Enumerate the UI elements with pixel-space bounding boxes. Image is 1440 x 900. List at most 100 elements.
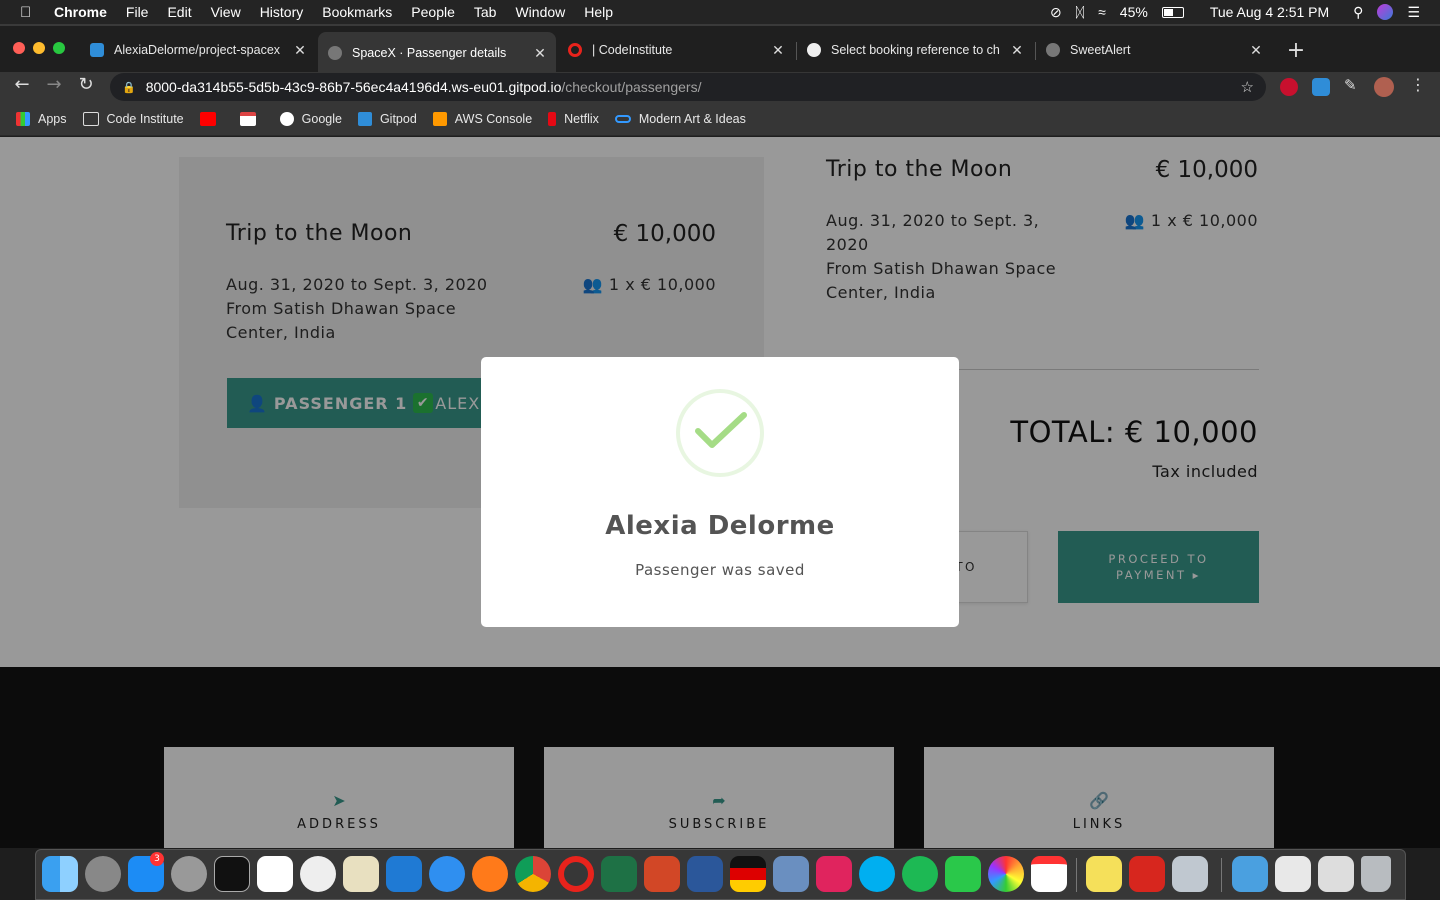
calendar-icon[interactable] [1031, 856, 1067, 892]
web-page: Trip to the Moon € 10,000 Aug. 31, 2020 … [0, 137, 1440, 848]
tab-passenger-details[interactable]: SpaceX · Passenger details ✕ [318, 32, 556, 74]
bookmark-netflix[interactable]: Netflix [548, 111, 599, 126]
close-tab-icon[interactable]: ✕ [1246, 42, 1266, 59]
bookmark-modern-art[interactable]: Modern Art & Ideas [614, 112, 746, 126]
document-stack-icon[interactable] [1275, 856, 1311, 892]
bookmark-gmail[interactable] [239, 111, 264, 126]
menu-tab[interactable]: Tab [474, 4, 497, 20]
tab-sweetalert[interactable]: SweetAlert ✕ [1036, 32, 1272, 68]
menu-bookmarks[interactable]: Bookmarks [322, 4, 392, 20]
menu-help[interactable]: Help [584, 4, 613, 20]
menu-history[interactable]: History [260, 4, 304, 20]
bookmark-apps[interactable]: Apps [16, 111, 67, 126]
close-tab-icon[interactable]: ✕ [768, 42, 788, 59]
menu-window[interactable]: Window [515, 4, 565, 20]
lock-icon[interactable]: 🔒 [122, 81, 136, 94]
terminal-icon[interactable] [214, 856, 250, 892]
youtube-icon [199, 111, 216, 126]
acrobat-icon[interactable] [1129, 856, 1165, 892]
apps-grid-icon [16, 111, 30, 126]
menu-clock[interactable]: Tue Aug 4 2:51 PM [1210, 4, 1329, 20]
close-window-button[interactable] [13, 42, 25, 54]
tab-title: | CodeInstitute [592, 43, 673, 57]
downloads-folder-icon[interactable] [1232, 856, 1268, 892]
bookmark-aws-console[interactable]: AWS Console [432, 111, 532, 126]
gitpod-favicon-icon [90, 43, 104, 57]
facetime-icon[interactable] [945, 856, 981, 892]
bluetooth-icon[interactable]: ᛞ [1076, 4, 1084, 20]
forward-arrow-icon[interactable]: → [43, 74, 65, 95]
close-tab-icon[interactable]: ✕ [1007, 42, 1027, 59]
menu-view[interactable]: View [211, 4, 241, 20]
address-bar[interactable]: 🔒 8000-da314b55-5d5b-43c9-86b7-56ec4a419… [110, 73, 1266, 101]
menu-people[interactable]: People [411, 4, 455, 20]
bookmark-google[interactable]: Google [279, 111, 342, 126]
siri-icon[interactable] [1377, 4, 1394, 20]
notification-center-icon[interactable]: ☰ [1407, 4, 1420, 21]
trash-icon[interactable] [1361, 856, 1391, 892]
chrome-icon[interactable] [515, 856, 551, 892]
globe-favicon-icon [807, 43, 821, 57]
tab-github[interactable]: AlexiaDelorme/project-spacex ✕ [80, 32, 316, 68]
extension-lastpass-icon[interactable] [1280, 78, 1298, 96]
safari-icon[interactable] [429, 856, 465, 892]
powerpoint-icon[interactable] [644, 856, 680, 892]
preview-icon[interactable] [773, 856, 809, 892]
maximize-window-button[interactable] [53, 42, 65, 54]
image-viewer-icon[interactable] [1172, 856, 1208, 892]
vscode-icon[interactable] [386, 856, 422, 892]
aws-icon [432, 111, 447, 126]
wifi-icon[interactable]: ≈ [1098, 4, 1106, 20]
close-tab-icon[interactable]: ✕ [290, 42, 310, 59]
spotlight-search-icon[interactable]: ⚲ [1353, 4, 1363, 21]
do-not-disturb-icon[interactable]: ⊘ [1050, 4, 1062, 21]
back-arrow-icon[interactable]: ← [11, 74, 33, 95]
spotify-icon[interactable] [902, 856, 938, 892]
macos-menu-bar:  Chrome File Edit View History Bookmark… [0, 0, 1440, 24]
profile-avatar[interactable] [1374, 77, 1394, 97]
photos-icon[interactable] [988, 856, 1024, 892]
bookmark-youtube[interactable] [199, 111, 224, 126]
chrome-menu-icon[interactable]: ⋮ [1410, 75, 1428, 94]
extension-gitpod-icon[interactable] [1312, 78, 1330, 96]
assimil-german-icon[interactable] [730, 856, 766, 892]
system-preferences-icon[interactable] [85, 856, 121, 892]
opera-icon[interactable] [558, 856, 594, 892]
bookmark-code-institute[interactable]: Code Institute [82, 111, 184, 126]
extensions-puzzle-icon[interactable]: ✎ [1344, 76, 1362, 94]
recent-documents-icon[interactable] [1318, 856, 1354, 892]
tab-booking-reference[interactable]: Select booking reference to ch ✕ [797, 32, 1033, 68]
slack-icon[interactable] [257, 856, 293, 892]
emoji-app-icon[interactable] [300, 856, 336, 892]
opera-favicon-icon [568, 43, 582, 57]
modal-message: Passenger was saved [635, 561, 805, 579]
bookmark-star-icon[interactable]: ☆ [1241, 78, 1254, 96]
tab-codeinstitute[interactable]: | CodeInstitute ✕ [558, 32, 794, 68]
new-tab-button[interactable]: + [1286, 38, 1306, 63]
battery-icon[interactable] [1161, 6, 1184, 18]
globe-favicon-icon [1046, 43, 1060, 57]
menu-app-name[interactable]: Chrome [54, 4, 107, 20]
folder-icon [82, 111, 99, 126]
reload-icon[interactable]: ↻ [75, 74, 97, 95]
excel-icon[interactable] [601, 856, 637, 892]
assimil-icon[interactable] [816, 856, 852, 892]
skype-icon[interactable] [859, 856, 895, 892]
word-icon[interactable] [687, 856, 723, 892]
apple-menu-icon[interactable]:  [20, 4, 38, 21]
bookmark-gitpod[interactable]: Gitpod [357, 111, 417, 126]
close-tab-icon[interactable]: ✕ [530, 45, 550, 62]
menu-file[interactable]: File [126, 4, 149, 20]
finder-icon[interactable] [42, 856, 78, 892]
tab-title: Select booking reference to ch [831, 43, 1000, 57]
stickies-icon[interactable] [1086, 856, 1122, 892]
launchpad-icon[interactable] [171, 856, 207, 892]
firefox-icon[interactable] [472, 856, 508, 892]
tab-title: AlexiaDelorme/project-spacex [114, 43, 281, 57]
battery-percent[interactable]: 45% [1120, 4, 1148, 20]
python-icon[interactable] [343, 856, 379, 892]
infinity-icon [614, 114, 631, 123]
menu-edit[interactable]: Edit [167, 4, 191, 20]
success-modal: Alexia Delorme Passenger was saved [481, 357, 959, 627]
minimize-window-button[interactable] [33, 42, 45, 54]
